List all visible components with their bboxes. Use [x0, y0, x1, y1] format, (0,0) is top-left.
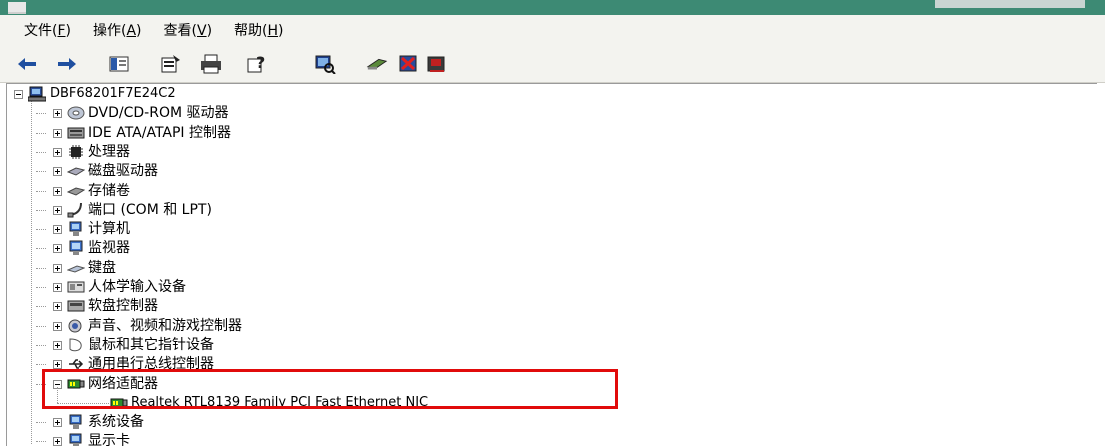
app-icon	[8, 2, 26, 14]
expand-toggle[interactable]	[53, 321, 62, 331]
disk-drive-icon	[66, 163, 86, 179]
menu-bar: 文件(F) 操作(A) 查看(V) 帮助(H)	[0, 15, 1105, 45]
tree-item-label: 处理器	[88, 143, 130, 160]
forward-arrow-icon[interactable]	[56, 53, 78, 75]
tree-connector	[36, 267, 46, 269]
tree-item-label: 端口 (COM 和 LPT)	[88, 201, 212, 218]
expand-toggle[interactable]	[53, 109, 62, 119]
tree-connector	[36, 344, 46, 346]
tree-connector	[36, 287, 46, 288]
back-arrow-icon[interactable]	[16, 53, 38, 75]
scan-hardware-icon[interactable]	[314, 53, 336, 75]
device-tree: DBF68201F7E24C2 DVD/CD-ROM 驱动器 IDE ATA/AT…	[0, 83, 1105, 446]
menu-view[interactable]: 查看(V)	[164, 20, 213, 40]
tree-connector	[36, 229, 46, 231]
sound-icon	[67, 318, 85, 334]
tree-connector	[36, 364, 46, 366]
highlight-box	[42, 369, 618, 409]
storage-volume-icon	[66, 183, 86, 199]
tree-connector	[36, 132, 46, 134]
tree-item-label: 存储卷	[88, 182, 130, 199]
tree-item-label: 计算机	[88, 221, 130, 238]
tree-item-label: 人体学输入设备	[88, 279, 186, 295]
expand-toggle[interactable]	[53, 340, 62, 350]
tree-connector	[36, 171, 46, 173]
expand-toggle[interactable]	[53, 167, 62, 177]
cdrom-icon	[67, 105, 85, 121]
expand-toggle[interactable]	[53, 147, 62, 157]
print-icon[interactable]	[200, 53, 222, 75]
tree-connector	[36, 151, 46, 153]
mouse-icon	[67, 337, 85, 353]
expand-toggle[interactable]	[53, 205, 62, 215]
tree-item-label: 磁盘驱动器	[88, 163, 158, 180]
monitor-icon	[67, 240, 85, 256]
tree-connector	[36, 113, 46, 115]
collapse-toggle[interactable]	[14, 90, 23, 99]
help-icon[interactable]: ?	[246, 53, 268, 75]
port-icon	[67, 202, 85, 218]
toolbar: ?	[0, 45, 1105, 83]
properties-icon[interactable]	[160, 53, 182, 75]
uninstall-device-icon[interactable]	[426, 53, 448, 75]
computer-icon	[67, 221, 85, 237]
processor-icon	[67, 144, 85, 160]
system-device-icon	[67, 414, 85, 430]
console-tree-icon[interactable]	[108, 53, 130, 75]
expand-toggle[interactable]	[53, 244, 62, 254]
tree-item-label: 显示卡	[88, 433, 130, 446]
tree-connector	[36, 325, 46, 327]
expand-toggle[interactable]	[53, 128, 62, 138]
menu-action[interactable]: 操作(A)	[93, 20, 142, 40]
floppy-controller-icon	[67, 298, 85, 314]
tree-connector	[36, 441, 46, 443]
tree-item-label: 系统设备	[88, 414, 144, 431]
tree-item-label: 声音、视频和游戏控制器	[88, 317, 242, 334]
title-bar	[0, 0, 1105, 15]
expand-toggle[interactable]	[53, 186, 62, 196]
svg-text:?: ?	[256, 54, 265, 72]
tree-item-label: 鼠标和其它指针设备	[88, 336, 214, 353]
expand-toggle[interactable]	[53, 302, 62, 312]
tree-connector	[36, 248, 46, 250]
disable-device-icon[interactable]	[398, 53, 420, 75]
tree-connector	[36, 209, 46, 211]
tree-item-label: 键盘	[88, 259, 116, 276]
expand-toggle[interactable]	[53, 360, 62, 370]
tree-item-label: DVD/CD-ROM 驱动器	[88, 105, 229, 122]
menu-help[interactable]: 帮助(H)	[234, 20, 283, 40]
hid-icon	[67, 279, 85, 295]
expand-toggle[interactable]	[53, 418, 62, 428]
menu-file[interactable]: 文件(F)	[24, 20, 71, 40]
tree-connector	[31, 99, 32, 444]
title-bar-caption-area	[935, 0, 1085, 8]
expand-toggle[interactable]	[53, 437, 62, 446]
tree-connector	[36, 422, 46, 424]
ide-controller-icon	[67, 125, 85, 141]
expand-toggle[interactable]	[53, 263, 62, 273]
tree-connector	[36, 306, 46, 308]
tree-item-label: 监视器	[88, 240, 130, 257]
expand-toggle[interactable]	[53, 225, 62, 235]
tree-root-label: DBF68201F7E24C2	[50, 86, 176, 101]
keyboard-icon	[66, 260, 86, 276]
tree-connector	[36, 190, 46, 192]
tree-item-label: 软盘控制器	[88, 298, 158, 315]
tree-item-label: IDE ATA/ATAPI 控制器	[88, 124, 232, 141]
display-adapter-icon	[67, 433, 85, 446]
expand-toggle[interactable]	[53, 283, 62, 292]
computer-icon	[27, 86, 47, 102]
device-manager-window: 文件(F) 操作(A) 查看(V) 帮助(H) ? DBF68201F7E24C…	[0, 0, 1105, 446]
update-driver-icon[interactable]	[366, 53, 388, 75]
